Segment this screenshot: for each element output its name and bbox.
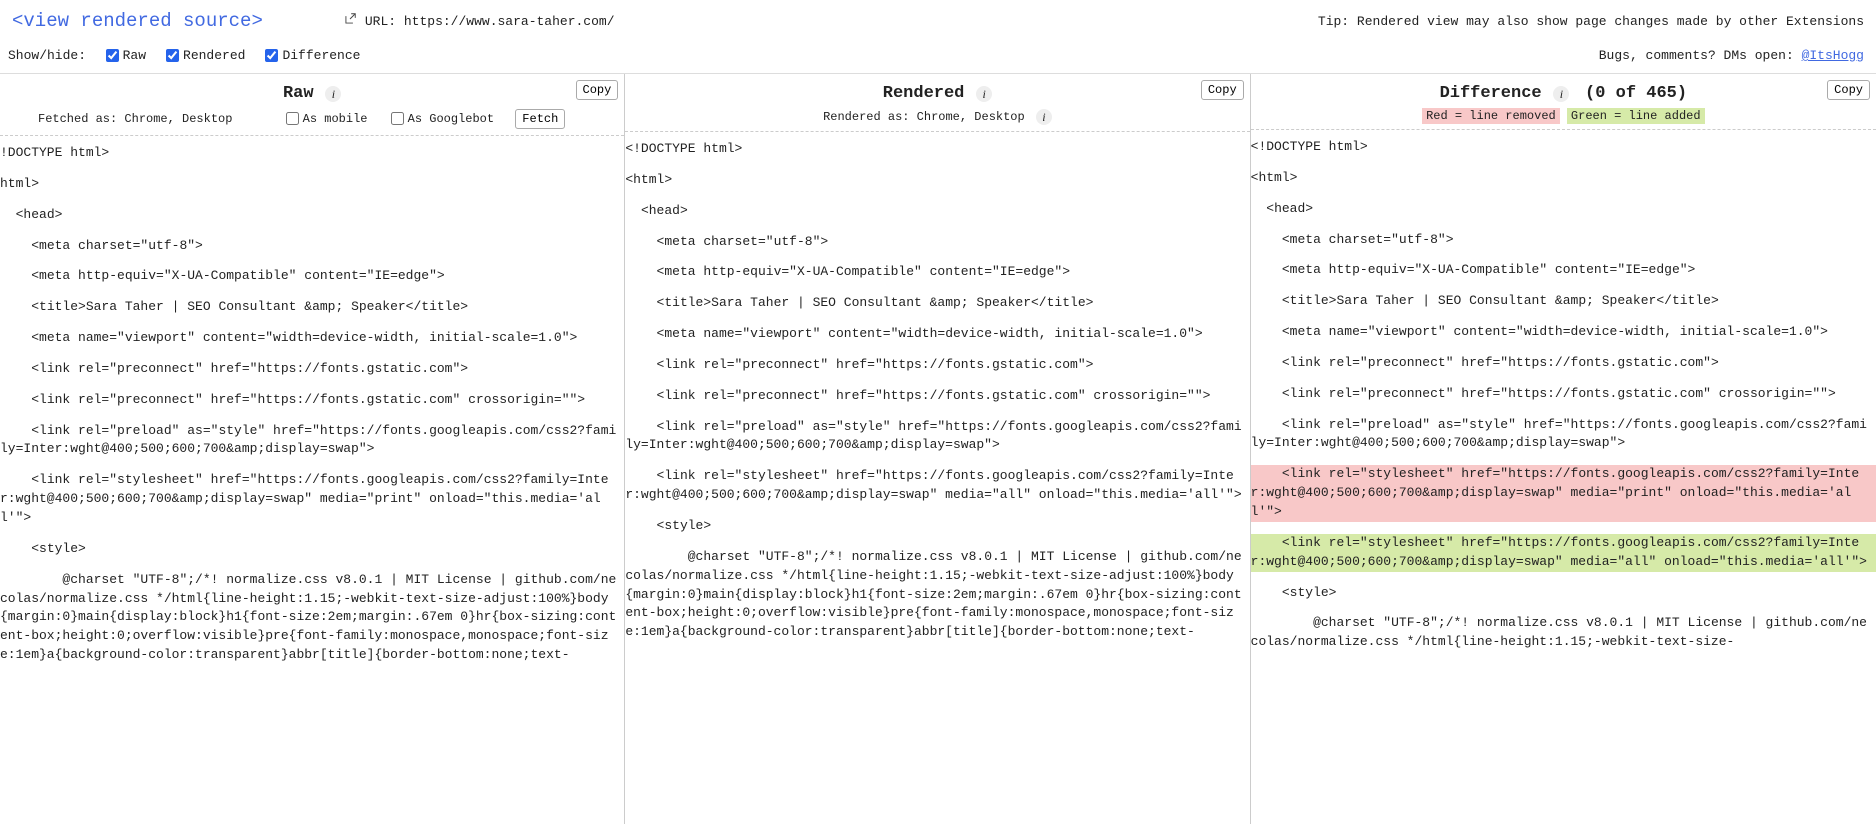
source-line: <link rel="stylesheet" href="https://fon… xyxy=(0,471,624,528)
panel-raw: Raw i Copy Fetched as: Chrome, Desktop A… xyxy=(0,74,625,824)
info-icon[interactable]: i xyxy=(1036,109,1052,125)
rendered-as: Rendered as: Chrome, Desktop xyxy=(823,110,1025,124)
rendered-checkbox-label: Rendered xyxy=(183,48,245,63)
showhide-label: Show/hide: xyxy=(8,48,86,63)
panel-difference: Difference i (0 of 465) Copy Red = line … xyxy=(1251,74,1876,824)
info-icon[interactable]: i xyxy=(1553,86,1569,102)
tip-text: Tip: Rendered view may also show page ch… xyxy=(1318,14,1864,29)
diff-line: <meta charset="utf-8"> xyxy=(1251,231,1876,250)
rendered-source-body[interactable]: <!DOCTYPE html> <html> <head> <meta chars… xyxy=(625,132,1249,824)
source-line: <!DOCTYPE html> xyxy=(625,140,1249,159)
difference-title: Difference xyxy=(1440,84,1542,103)
raw-checkbox-label: Raw xyxy=(123,48,146,63)
source-line: @charset "UTF-8";/*! normalize.css v8.0.… xyxy=(625,548,1249,642)
source-line: <meta charset="utf-8"> xyxy=(625,233,1249,252)
source-line: <html> xyxy=(625,171,1249,190)
source-line: <link rel="stylesheet" href="https://fon… xyxy=(625,467,1249,505)
url-label: URL: xyxy=(365,14,396,29)
source-line: <meta http-equiv="X-UA-Compatible" conte… xyxy=(0,267,624,286)
source-line: <title>Sara Taher | SEO Consultant &amp;… xyxy=(0,298,624,317)
toggle-raw[interactable]: Raw xyxy=(102,46,146,65)
diff-line-removed: <link rel="stylesheet" href="https://fon… xyxy=(1251,465,1876,522)
rendered-title: Rendered xyxy=(883,84,965,103)
as-googlebot-checkbox[interactable] xyxy=(391,112,404,125)
difference-source-body[interactable]: <!DOCTYPE html> <html> <head> <meta chars… xyxy=(1251,130,1876,824)
fetch-button[interactable]: Fetch xyxy=(515,109,565,129)
legend-added: Green = line added xyxy=(1567,108,1705,124)
source-line: <link rel="preconnect" href="https://fon… xyxy=(0,391,624,410)
raw-fetched-as: Fetched as: Chrome, Desktop xyxy=(38,112,232,126)
raw-checkbox[interactable] xyxy=(106,49,119,62)
difference-copy-button[interactable]: Copy xyxy=(1827,80,1870,100)
source-line: <link rel="preload" as="style" href="htt… xyxy=(0,422,624,460)
as-mobile-checkbox[interactable] xyxy=(286,112,299,125)
diff-line: <link rel="preload" as="style" href="htt… xyxy=(1251,416,1876,454)
source-line: <title>Sara Taher | SEO Consultant &amp;… xyxy=(625,294,1249,313)
diff-line: <link rel="preconnect" href="https://fon… xyxy=(1251,385,1876,404)
app-logo: <view rendered source> xyxy=(12,10,263,32)
diff-line: <meta http-equiv="X-UA-Compatible" conte… xyxy=(1251,261,1876,280)
source-line: <head> xyxy=(625,202,1249,221)
rendered-checkbox[interactable] xyxy=(166,49,179,62)
as-mobile-toggle[interactable]: As mobile xyxy=(282,112,368,126)
source-line: <style> xyxy=(0,540,624,559)
source-line: html> xyxy=(0,175,624,194)
source-line: <link rel="preconnect" href="https://fon… xyxy=(625,356,1249,375)
diff-line: <meta name="viewport" content="width=dev… xyxy=(1251,323,1876,342)
url-value: https://www.sara-taher.com/ xyxy=(404,14,615,29)
diff-line: <head> xyxy=(1251,200,1876,219)
source-line: <meta name="viewport" content="width=dev… xyxy=(625,325,1249,344)
source-line: <link rel="preload" as="style" href="htt… xyxy=(625,418,1249,456)
raw-title: Raw xyxy=(283,84,314,103)
as-mobile-label: As mobile xyxy=(303,112,368,126)
as-googlebot-label: As Googlebot xyxy=(408,112,494,126)
source-line: <link rel="preconnect" href="https://fon… xyxy=(0,360,624,379)
legend-removed: Red = line removed xyxy=(1422,108,1560,124)
difference-checkbox-label: Difference xyxy=(282,48,360,63)
diff-line: <title>Sara Taher | SEO Consultant &amp;… xyxy=(1251,292,1876,311)
source-line: <meta http-equiv="X-UA-Compatible" conte… xyxy=(625,263,1249,282)
source-line: <meta name="viewport" content="width=dev… xyxy=(0,329,624,348)
raw-copy-button[interactable]: Copy xyxy=(576,80,619,100)
source-line: @charset "UTF-8";/*! normalize.css v8.0.… xyxy=(0,571,624,665)
toggle-difference[interactable]: Difference xyxy=(261,46,360,65)
as-googlebot-toggle[interactable]: As Googlebot xyxy=(387,112,494,126)
diff-line: <link rel="preconnect" href="https://fon… xyxy=(1251,354,1876,373)
panel-rendered: Rendered i Copy Rendered as: Chrome, Des… xyxy=(625,74,1250,824)
diff-line: @charset "UTF-8";/*! normalize.css v8.0.… xyxy=(1251,614,1876,652)
diff-line: <style> xyxy=(1251,584,1876,603)
diff-line-added: <link rel="stylesheet" href="https://fon… xyxy=(1251,534,1876,572)
difference-counter: (0 of 465) xyxy=(1585,84,1687,103)
info-icon[interactable]: i xyxy=(976,86,992,102)
diff-line: <!DOCTYPE html> xyxy=(1251,138,1876,157)
toggle-rendered[interactable]: Rendered xyxy=(162,46,245,65)
bugs-link[interactable]: @ItsHogg xyxy=(1802,48,1864,63)
info-icon[interactable]: i xyxy=(325,86,341,102)
bugs-text: Bugs, comments? DMs open: xyxy=(1599,48,1802,63)
diff-line: <html> xyxy=(1251,169,1876,188)
raw-source-body[interactable]: !DOCTYPE html> html> <head> <meta charset… xyxy=(0,136,624,824)
source-line: <style> xyxy=(625,517,1249,536)
source-line: <head> xyxy=(0,206,624,225)
source-line: !DOCTYPE html> xyxy=(0,144,624,163)
external-link-icon xyxy=(343,12,357,30)
rendered-copy-button[interactable]: Copy xyxy=(1201,80,1244,100)
difference-checkbox[interactable] xyxy=(265,49,278,62)
source-line: <meta charset="utf-8"> xyxy=(0,237,624,256)
source-line: <link rel="preconnect" href="https://fon… xyxy=(625,387,1249,406)
